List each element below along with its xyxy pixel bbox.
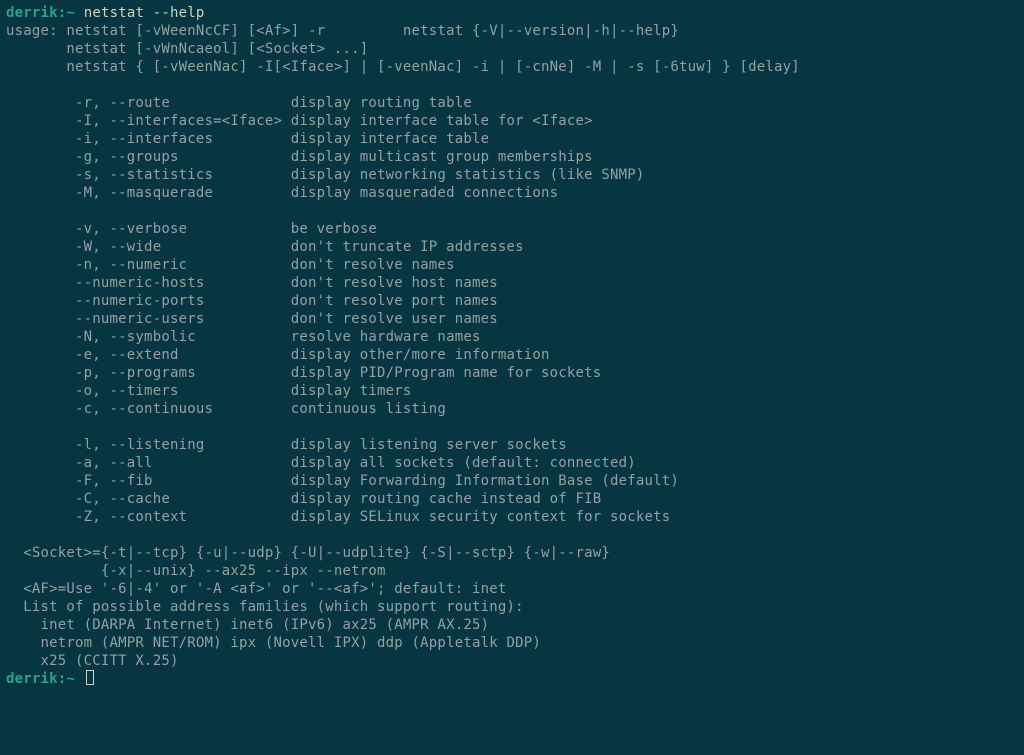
footer-line-2: <AF>=Use '-6|-4' or '-A <af>' or '--<af>… [6, 581, 506, 597]
prompt-user: derrik [6, 5, 58, 21]
prompt-line-2: derrik:~ [6, 671, 94, 687]
opt-row: -r, --route display routing table -I, --… [6, 95, 645, 201]
prompt-user: derrik [6, 671, 58, 687]
prompt-line: derrik:~ netstat --help [6, 5, 205, 21]
terminal[interactable]: derrik:~ netstat --help usage: netstat [… [0, 0, 1024, 692]
opt-row: -v, --verbose be verbose -W, --wide don'… [6, 221, 601, 417]
footer-line-1: {-x|--unix} --ax25 --ipx --netrom [6, 563, 386, 579]
opt-row: -l, --listening display listening server… [6, 437, 679, 525]
footer-line-4: inet (DARPA Internet) inet6 (IPv6) ax25 … [6, 617, 489, 633]
blank-row [6, 77, 15, 93]
usage-line-0: usage: netstat [-vWeenNcCF] [<Af>] -r ne… [6, 23, 679, 39]
usage-line-2: netstat { [-vWeenNac] -I[<Iface>] | [-ve… [6, 59, 800, 75]
prompt-path: ~ [66, 5, 75, 21]
prompt-sigil [75, 5, 84, 21]
usage-line-1: netstat [-vWnNcaeol] [<Socket> ...] [6, 41, 368, 57]
command-line[interactable]: netstat --help [84, 5, 205, 21]
blank-row [6, 419, 15, 435]
cursor[interactable] [86, 670, 94, 685]
footer-line-6: x25 (CCITT X.25) [6, 653, 179, 669]
blank-row [6, 527, 15, 543]
blank-row [6, 203, 15, 219]
prompt-sigil [75, 671, 84, 687]
footer-line-5: netrom (AMPR NET/ROM) ipx (Novell IPX) d… [6, 635, 541, 651]
footer-line-0: <Socket>={-t|--tcp} {-u|--udp} {-U|--udp… [6, 545, 610, 561]
prompt-path: ~ [66, 671, 75, 687]
footer-line-3: List of possible address families (which… [6, 599, 524, 615]
